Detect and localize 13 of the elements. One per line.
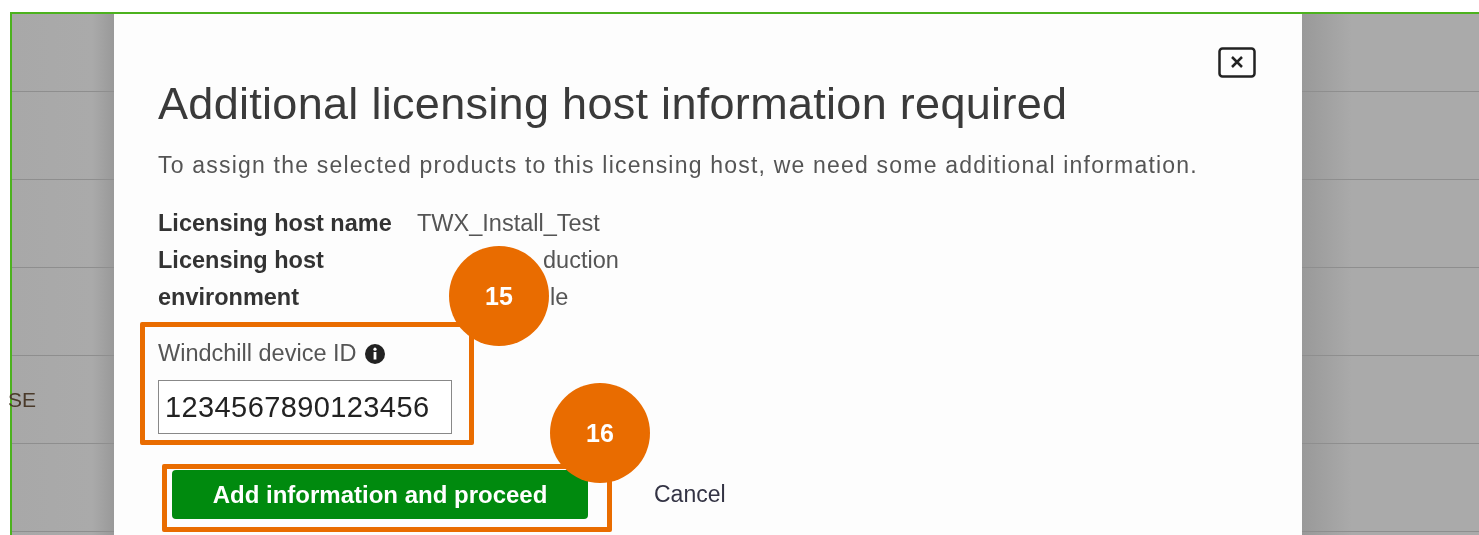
detail-label: Licensing host name — [158, 209, 393, 238]
device-id-field[interactable]: 1234567890123456 — [158, 380, 452, 434]
dialog-description: To assign the selected products to this licensing host, we need some additional information. — [158, 152, 1199, 179]
info-icon[interactable] — [364, 343, 385, 364]
dialog-title: Additional licensing host information required — [158, 78, 1069, 130]
add-information-button[interactable]: Add information and proceed — [172, 470, 588, 519]
detail-value: le — [550, 283, 569, 312]
close-button[interactable] — [1218, 47, 1256, 78]
close-icon — [1218, 47, 1256, 78]
detail-label: Licensing host environment — [158, 246, 325, 312]
field-label: Windchill device ID — [158, 340, 357, 367]
cancel-button[interactable]: Cancel — [654, 481, 726, 508]
detail-value: TWX_Install_Test — [417, 209, 600, 238]
